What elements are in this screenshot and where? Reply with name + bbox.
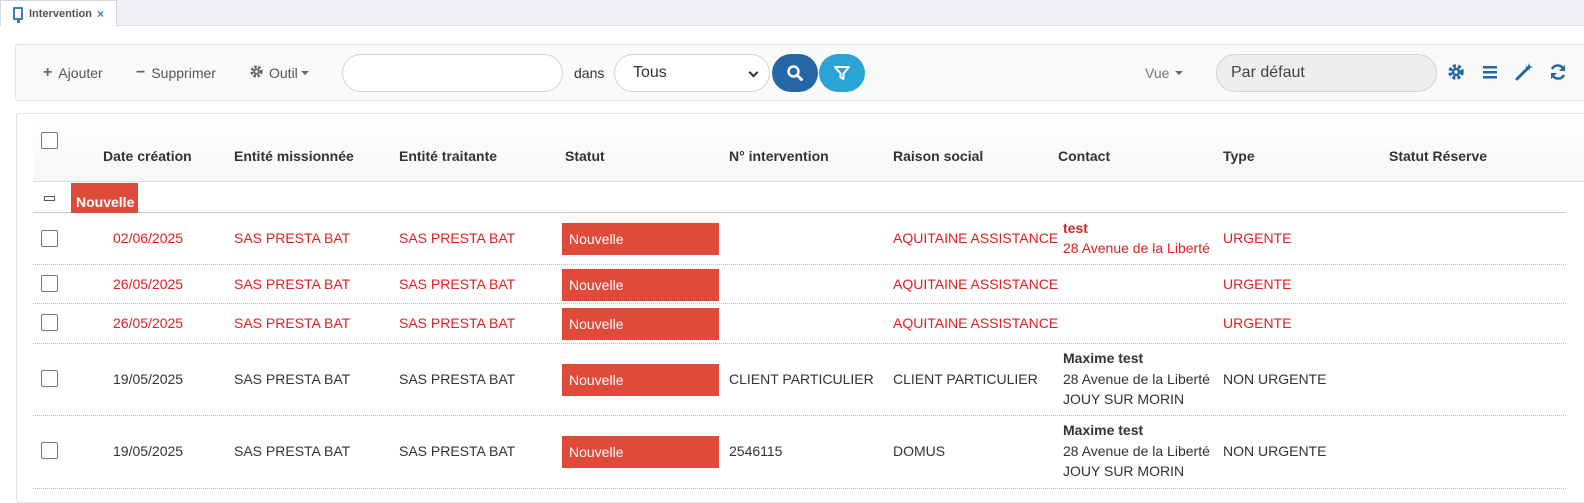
cell-traitante: SAS PRESTA BAT — [399, 315, 516, 331]
row-checkbox[interactable] — [41, 442, 58, 459]
list-icon[interactable] — [1480, 62, 1500, 82]
table-row[interactable]: 19/05/2025 SAS PRESTA BAT SAS PRESTA BAT… — [33, 417, 1566, 489]
filter-button[interactable] — [819, 54, 865, 92]
cell-missionnee: SAS PRESTA BAT — [234, 443, 351, 459]
cell-traitante: SAS PRESTA BAT — [399, 276, 516, 292]
column-header-statut-reserve[interactable]: Statut Réserve — [1389, 148, 1487, 164]
cell-raison: AQUITAINE ASSISTANCE — [893, 230, 1059, 246]
toolbar: + Ajouter − Supprimer Outil dans Tous Vu… — [15, 44, 1584, 101]
search-icon — [787, 65, 803, 81]
cell-contact-name: Maxime test — [1063, 350, 1144, 366]
delete-button-label: Supprimer — [151, 64, 216, 81]
book-icon — [13, 7, 23, 23]
cell-date: 26/05/2025 — [113, 276, 184, 292]
in-label: dans — [574, 64, 605, 81]
column-header-date[interactable]: Date création — [103, 148, 192, 164]
status-badge: Nouvelle — [562, 308, 719, 340]
cell-type: URGENTE — [1223, 230, 1292, 246]
cell-contact-city: JOUY SUR MORIN — [1063, 463, 1185, 479]
gear-icon — [249, 64, 264, 82]
status-badge: Nouvelle — [562, 269, 719, 301]
cell-numero: 2546115 — [729, 443, 783, 459]
cell-contact-address: 28 Avenue de la Liberté — [1063, 240, 1210, 256]
cell-type: URGENTE — [1223, 276, 1292, 292]
minus-icon: − — [136, 63, 146, 81]
chevron-down-icon — [748, 67, 759, 78]
cell-traitante: SAS PRESTA BAT — [399, 230, 516, 246]
plus-icon: + — [43, 63, 53, 81]
cell-missionnee: SAS PRESTA BAT — [234, 315, 351, 331]
view-dropdown[interactable]: Vue — [1145, 45, 1184, 100]
scope-select-value: Tous — [633, 64, 667, 81]
column-header-statut[interactable]: Statut — [565, 148, 605, 164]
tab-strip: Intervention × — [0, 0, 1584, 26]
table-row[interactable]: 02/06/2025 SAS PRESTA BAT SAS PRESTA BAT… — [33, 214, 1566, 265]
cell-type: URGENTE — [1223, 315, 1292, 331]
scope-select[interactable]: Tous — [614, 54, 770, 92]
cell-traitante: SAS PRESTA BAT — [399, 443, 516, 459]
row-checkbox[interactable] — [41, 370, 58, 387]
column-header-contact[interactable]: Contact — [1058, 148, 1110, 164]
cell-date: 19/05/2025 — [113, 371, 184, 387]
search-button[interactable] — [772, 54, 818, 92]
cell-type: NON URGENTE — [1223, 371, 1327, 387]
caret-down-icon — [1175, 70, 1184, 75]
cell-traitante: SAS PRESTA BAT — [399, 371, 516, 387]
cell-raison: AQUITAINE ASSISTANCE — [893, 315, 1059, 331]
status-badge: Nouvelle — [562, 223, 719, 255]
cell-date: 19/05/2025 — [113, 443, 184, 459]
search-input[interactable] — [342, 54, 563, 92]
group-row: Nouvelle — [33, 182, 1566, 213]
cell-contact-name: Maxime test — [1063, 422, 1144, 438]
cell-contact-name: test — [1063, 220, 1088, 236]
table-row[interactable]: 19/05/2025 SAS PRESTA BAT SAS PRESTA BAT… — [33, 345, 1566, 416]
cell-raison: AQUITAINE ASSISTANCE — [893, 276, 1059, 292]
status-badge: Nouvelle — [562, 436, 719, 468]
view-dropdown-label: Vue — [1145, 64, 1170, 81]
column-header-traitante[interactable]: Entité traitante — [399, 148, 497, 164]
cell-date: 02/06/2025 — [113, 230, 184, 246]
tab-intervention[interactable]: Intervention × — [0, 0, 117, 26]
row-checkbox[interactable] — [41, 230, 58, 247]
view-name-value: Par défaut — [1231, 64, 1305, 81]
settings-gear-icon[interactable] — [1446, 62, 1466, 82]
select-all-checkbox[interactable] — [41, 132, 58, 149]
cell-missionnee: SAS PRESTA BAT — [234, 230, 351, 246]
table-row[interactable]: 26/05/2025 SAS PRESTA BAT SAS PRESTA BAT… — [33, 305, 1566, 344]
tool-dropdown-label: Outil — [269, 64, 298, 81]
row-checkbox[interactable] — [41, 275, 58, 292]
refresh-icon[interactable] — [1548, 62, 1568, 82]
cell-missionnee: SAS PRESTA BAT — [234, 276, 351, 292]
table-row[interactable]: 26/05/2025 SAS PRESTA BAT SAS PRESTA BAT… — [33, 266, 1566, 304]
column-header-raison[interactable]: Raison social — [893, 148, 983, 164]
cell-numero: CLIENT PARTICULIER — [729, 371, 874, 387]
column-header-missionnee[interactable]: Entité missionnée — [234, 148, 354, 164]
delete-button[interactable]: − Supprimer — [136, 45, 216, 100]
tab-title: Intervention — [29, 7, 92, 20]
cell-raison: DOMUS — [893, 443, 946, 459]
filter-icon — [834, 66, 850, 80]
tool-dropdown[interactable]: Outil — [249, 45, 309, 100]
status-badge: Nouvelle — [562, 364, 719, 396]
column-header-type[interactable]: Type — [1223, 148, 1255, 164]
add-button-label: Ajouter — [58, 64, 103, 81]
add-button[interactable]: + Ajouter — [43, 45, 103, 100]
group-label: Nouvelle — [71, 183, 138, 213]
collapse-icon[interactable] — [44, 196, 55, 201]
cell-date: 26/05/2025 — [113, 315, 184, 331]
cell-contact-address: 28 Avenue de la Liberté — [1063, 443, 1210, 459]
row-checkbox[interactable] — [41, 314, 58, 331]
column-header-numero[interactable]: N° intervention — [729, 148, 829, 164]
cell-type: NON URGENTE — [1223, 443, 1327, 459]
grid-header: Date création Entité missionnée Entité t… — [33, 114, 1584, 182]
magic-wand-icon[interactable] — [1514, 62, 1534, 82]
cell-raison: CLIENT PARTICULIER — [893, 371, 1038, 387]
cell-missionnee: SAS PRESTA BAT — [234, 371, 351, 387]
close-icon[interactable]: × — [97, 7, 104, 21]
view-name-field[interactable]: Par défaut — [1216, 54, 1437, 92]
interventions-grid: Date création Entité missionnée Entité t… — [16, 113, 1584, 503]
cell-contact-address: 28 Avenue de la Liberté — [1063, 371, 1210, 387]
caret-down-icon — [300, 70, 309, 75]
cell-contact-city: JOUY SUR MORIN — [1063, 391, 1185, 407]
